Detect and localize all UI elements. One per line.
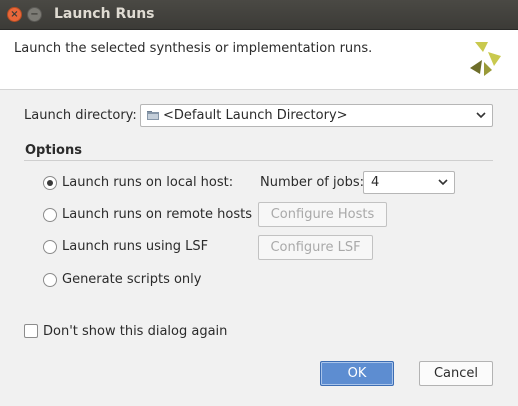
configure-lsf-button[interactable]: Configure LSF bbox=[258, 235, 373, 260]
launch-directory-select[interactable]: <Default Launch Directory> bbox=[140, 104, 493, 127]
folder-icon bbox=[147, 111, 159, 120]
header-description: Launch the selected synthesis or impleme… bbox=[14, 41, 373, 56]
cancel-button[interactable]: Cancel bbox=[419, 361, 493, 386]
radio-local-host[interactable] bbox=[43, 176, 57, 190]
launch-directory-label: Launch directory: bbox=[24, 108, 137, 123]
launch-directory-value: <Default Launch Directory> bbox=[163, 108, 348, 123]
minimize-window-button[interactable]: − bbox=[27, 7, 42, 22]
configure-hosts-button[interactable]: Configure Hosts bbox=[258, 202, 387, 227]
chevron-down-icon bbox=[476, 112, 486, 119]
dialog-header: Launch the selected synthesis or impleme… bbox=[0, 30, 518, 90]
chevron-down-icon bbox=[438, 179, 448, 186]
radio-remote-hosts[interactable] bbox=[43, 208, 57, 222]
vivado-logo-icon bbox=[470, 42, 501, 76]
radio-lsf-label[interactable]: Launch runs using LSF bbox=[62, 239, 208, 254]
launch-runs-dialog: × − Launch Runs Launch the selected synt… bbox=[0, 0, 518, 406]
options-group-title: Options bbox=[25, 143, 82, 158]
options-divider bbox=[24, 160, 493, 161]
radio-generate-scripts[interactable] bbox=[43, 273, 57, 287]
number-of-jobs-label: Number of jobs: bbox=[260, 175, 364, 190]
number-of-jobs-select[interactable]: 4 bbox=[363, 171, 455, 194]
radio-remote-hosts-label[interactable]: Launch runs on remote hosts bbox=[62, 207, 252, 222]
dont-show-again-checkbox[interactable] bbox=[24, 324, 38, 338]
radio-generate-scripts-label[interactable]: Generate scripts only bbox=[62, 272, 201, 287]
radio-lsf[interactable] bbox=[43, 240, 57, 254]
title-bar[interactable]: × − Launch Runs bbox=[0, 0, 518, 30]
radio-local-host-label[interactable]: Launch runs on local host: bbox=[62, 175, 233, 190]
dont-show-again-label[interactable]: Don't show this dialog again bbox=[43, 324, 227, 339]
window-title: Launch Runs bbox=[54, 6, 155, 22]
close-window-button[interactable]: × bbox=[7, 7, 22, 22]
number-of-jobs-value: 4 bbox=[371, 175, 380, 190]
ok-button[interactable]: OK bbox=[320, 361, 394, 386]
